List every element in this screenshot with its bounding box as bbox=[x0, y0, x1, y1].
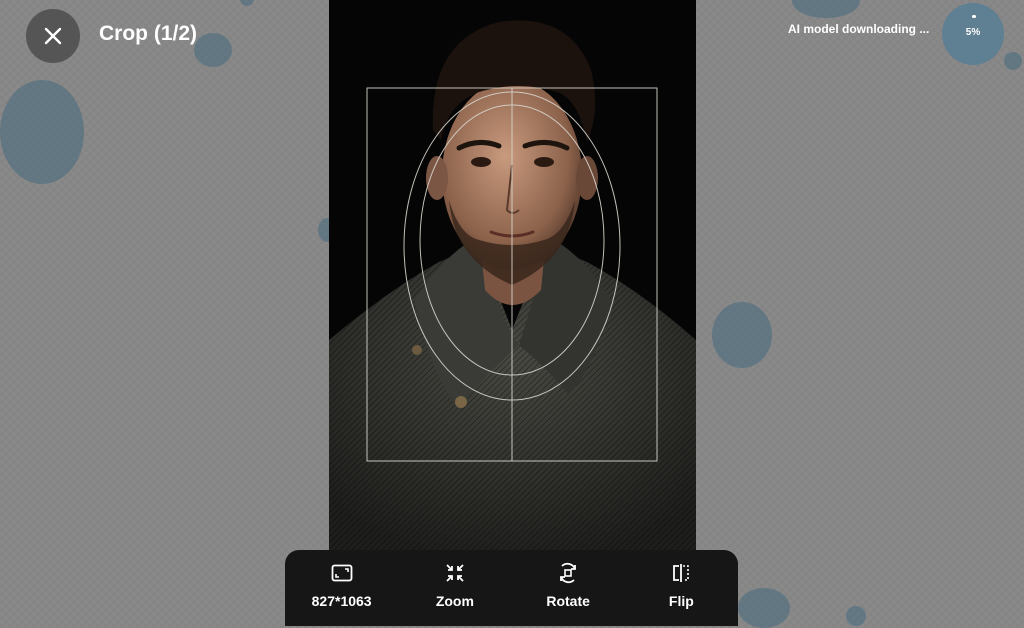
close-icon bbox=[44, 27, 62, 45]
background-blob bbox=[738, 588, 790, 628]
rotate-button[interactable]: Rotate bbox=[512, 550, 625, 626]
editing-toolbar: 827*1063 Zoom Rotate Flip bbox=[285, 550, 738, 626]
page-title: Crop (1/2) bbox=[99, 22, 198, 45]
background-blob bbox=[712, 302, 772, 368]
background-blob bbox=[792, 0, 860, 18]
background-blob bbox=[0, 80, 84, 184]
rotate-icon bbox=[560, 562, 577, 584]
crop-image-canvas[interactable] bbox=[329, 0, 696, 550]
background-blob bbox=[846, 606, 866, 626]
background-blob bbox=[1004, 52, 1022, 70]
aspect-ratio-button[interactable]: 827*1063 bbox=[285, 550, 398, 626]
rotate-label: Rotate bbox=[546, 593, 590, 609]
aspect-ratio-icon bbox=[331, 564, 353, 582]
download-progress-indicator: 5% bbox=[942, 3, 1004, 65]
progress-dot bbox=[972, 15, 976, 18]
flip-button[interactable]: Flip bbox=[625, 550, 738, 626]
zoom-button[interactable]: Zoom bbox=[398, 550, 511, 626]
zoom-icon bbox=[446, 564, 464, 582]
background-blob bbox=[194, 33, 232, 67]
flip-icon bbox=[673, 564, 690, 582]
aspect-ratio-label: 827*1063 bbox=[311, 593, 372, 609]
download-status-text: AI model downloading ... bbox=[788, 22, 930, 36]
zoom-label: Zoom bbox=[435, 593, 474, 609]
background-blob bbox=[240, 0, 254, 6]
flip-label: Flip bbox=[668, 593, 694, 609]
portrait-photo bbox=[329, 0, 696, 550]
close-button[interactable] bbox=[26, 9, 80, 63]
download-progress-label: 5% bbox=[965, 27, 981, 38]
